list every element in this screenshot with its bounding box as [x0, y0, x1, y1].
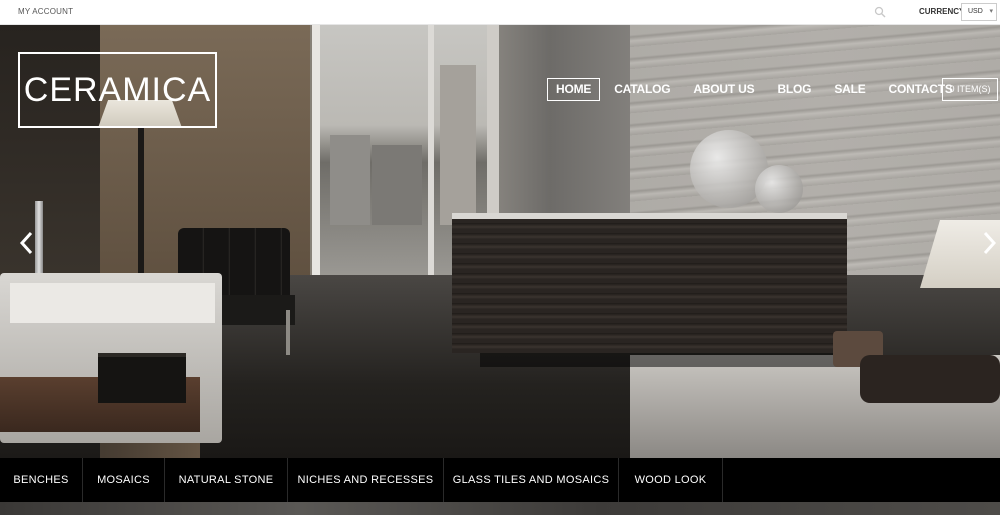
cart-button[interactable]: 0 ITEM(S) [942, 78, 998, 101]
slide-image-lamp-pole [138, 128, 144, 278]
logo-text: CERAMICA [23, 70, 212, 109]
slide-image-towel [860, 355, 1000, 403]
slide-image-building [440, 65, 476, 225]
top-bar: MY ACCOUNT CURRENCY: USD ▾ [0, 0, 1000, 25]
category-wood-look[interactable]: WOOD LOOK [619, 458, 723, 502]
currency-select[interactable]: USD ▾ [961, 3, 997, 21]
nav-item-blog[interactable]: BLOG [768, 78, 820, 101]
hero-slider: CERAMICA HOME CATALOG ABOUT US BLOG SALE… [0, 25, 1000, 458]
nav-item-sale[interactable]: SALE [825, 78, 874, 101]
search-icon[interactable] [874, 6, 886, 18]
slide-image-window-frame [312, 25, 320, 275]
slide-image-building [372, 145, 422, 225]
currency-value: USD [968, 8, 983, 15]
chevron-down-icon: ▾ [989, 8, 993, 15]
slide-image-bathtub-rim [10, 283, 215, 323]
slide-image-building [330, 135, 370, 225]
slide-image-vanity [452, 213, 847, 353]
nav-item-catalog[interactable]: CATALOG [605, 78, 679, 101]
category-natural-stone[interactable]: NATURAL STONE [165, 458, 288, 502]
my-account-link[interactable]: MY ACCOUNT [18, 7, 73, 16]
category-benches[interactable]: BENCHES [0, 458, 83, 502]
slide-image-vase [755, 165, 803, 213]
category-mosaics[interactable]: MOSAICS [83, 458, 165, 502]
slide-image-chair-leg [286, 310, 290, 355]
category-bar: BENCHES MOSAICS NATURAL STONE NICHES AND… [0, 458, 1000, 502]
content-background [0, 502, 1000, 515]
category-glass-tiles-and-mosaics[interactable]: GLASS TILES AND MOSAICS [444, 458, 619, 502]
nav-item-about-us[interactable]: ABOUT US [684, 78, 763, 101]
category-niches-and-recesses[interactable]: NICHES AND RECESSES [288, 458, 444, 502]
nav-item-home[interactable]: HOME [547, 78, 601, 101]
currency-label: CURRENCY: [919, 7, 967, 16]
slide-image-shadow [480, 353, 840, 367]
chevron-right-icon[interactable] [980, 230, 998, 256]
slide-image-box [98, 353, 186, 403]
main-nav: HOME CATALOG ABOUT US BLOG SALE CONTACTS [547, 78, 967, 101]
chevron-left-icon[interactable] [18, 230, 36, 256]
site-logo[interactable]: CERAMICA [18, 52, 217, 128]
slide-image-window-frame [428, 25, 434, 275]
